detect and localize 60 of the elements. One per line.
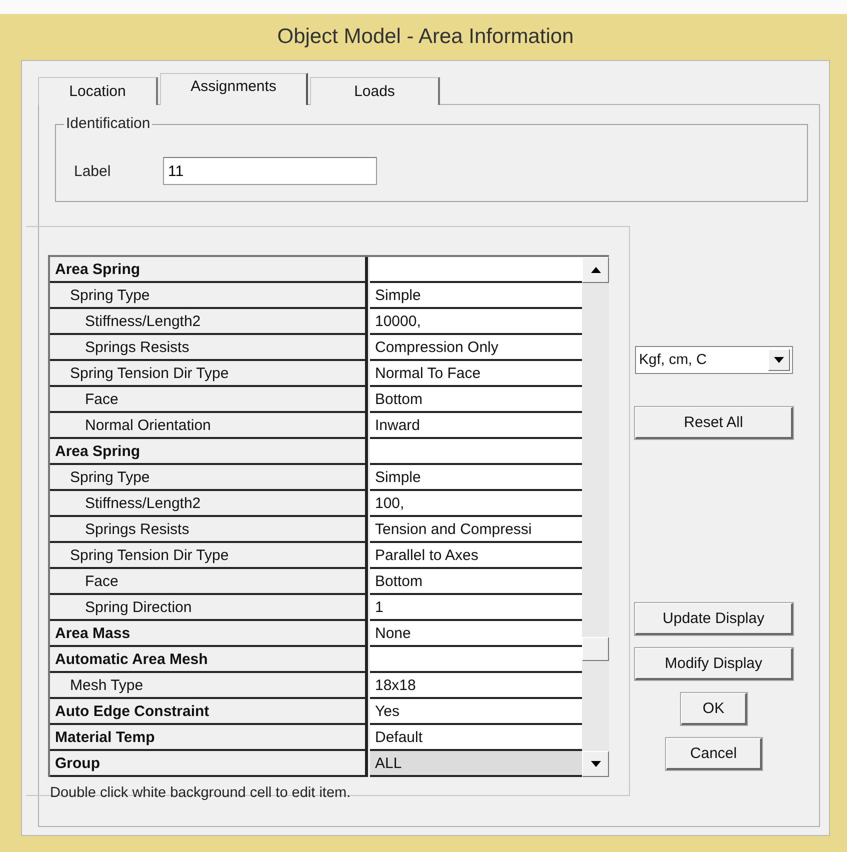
property-value[interactable]: Yes (370, 699, 582, 725)
property-name: Group (50, 751, 368, 777)
ok-button[interactable]: OK (681, 693, 747, 725)
property-name: Spring Type (50, 283, 368, 309)
window-title: Object Model - Area Information (276, 24, 575, 50)
property-name: Stiffness/Length2 (50, 309, 368, 335)
scroll-up-button[interactable] (582, 257, 609, 283)
modify-display-button[interactable]: Modify Display (635, 648, 793, 680)
property-name: Springs Resists (50, 335, 368, 361)
property-value[interactable]: Inward (370, 413, 582, 439)
property-value[interactable]: Normal To Face (370, 361, 582, 387)
property-value[interactable]: 10000, (370, 309, 582, 335)
property-value[interactable]: 100, (370, 491, 582, 517)
property-name: Mesh Type (50, 673, 368, 699)
property-name: Springs Resists (50, 517, 368, 543)
property-value[interactable]: 18x18 (370, 673, 582, 699)
property-name: Area Mass (50, 621, 368, 647)
label-text: Label (74, 162, 112, 180)
property-name: Automatic Area Mesh (50, 647, 368, 673)
tab[interactable]: Assignments (160, 73, 308, 105)
tab[interactable]: Loads (310, 77, 440, 105)
property-value[interactable] (370, 439, 582, 465)
property-name: Spring Tension Dir Type (50, 361, 368, 387)
scroll-down-icon (590, 761, 600, 767)
property-name: Normal Orientation (50, 413, 368, 439)
property-name: Spring Tension Dir Type (50, 543, 368, 569)
property-name: Spring Type (50, 465, 368, 491)
property-value[interactable]: Tension and Compressi (370, 517, 582, 543)
property-value[interactable]: Bottom (370, 387, 582, 413)
cancel-button[interactable]: Cancel (666, 738, 762, 770)
scrollbar[interactable] (582, 257, 609, 777)
tab[interactable]: Location (38, 77, 158, 105)
dropdown-arrow-icon (774, 357, 784, 363)
property-name: Material Temp (50, 725, 368, 751)
property-value[interactable]: Bottom (370, 569, 582, 595)
scroll-thumb[interactable] (582, 637, 609, 661)
scroll-up-icon (590, 267, 600, 273)
property-name: Face (50, 569, 368, 595)
property-value[interactable]: Simple (370, 283, 582, 309)
property-value[interactable] (370, 647, 582, 673)
property-name: Spring Direction (50, 595, 368, 621)
reset-all-button[interactable]: Reset All (635, 407, 793, 439)
property-value[interactable] (370, 257, 582, 283)
property-value[interactable]: Simple (370, 465, 582, 491)
property-value[interactable]: Default (370, 725, 582, 751)
property-name: Area Spring (50, 439, 368, 465)
property-name: Stiffness/Length2 (50, 491, 368, 517)
units-dropdown[interactable]: Kgf, cm, C (635, 346, 793, 374)
property-value[interactable]: 1 (370, 595, 582, 621)
update-display-button[interactable]: Update Display (635, 603, 793, 635)
property-name: Auto Edge Constraint (50, 699, 368, 725)
property-value[interactable]: None (370, 621, 582, 647)
scroll-down-button[interactable] (582, 751, 609, 777)
property-value[interactable]: Parallel to Axes (370, 543, 582, 569)
label-field[interactable]: 11 (163, 157, 377, 185)
property-name: Face (50, 387, 368, 413)
hint-text: Double click white background cell to edit item. (50, 785, 352, 801)
property-name: Area Spring (50, 257, 368, 283)
property-value[interactable]: ALL (370, 751, 582, 777)
property-value[interactable]: Compression Only (370, 335, 582, 361)
